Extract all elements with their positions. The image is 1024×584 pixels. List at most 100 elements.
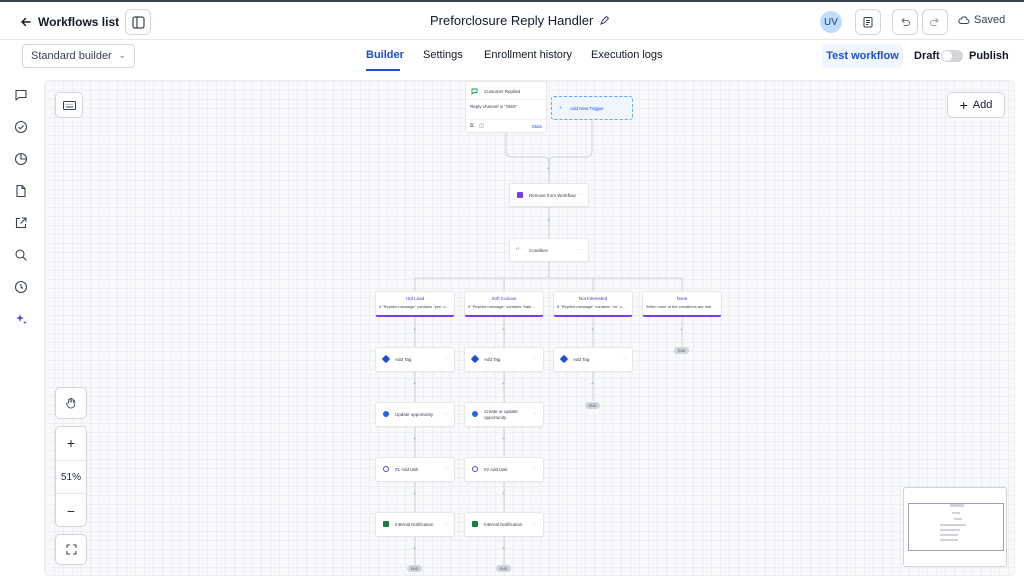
toggle-sidebar-button[interactable] (125, 9, 151, 35)
branch-soft-curious[interactable]: Soft Curious If "Replied message" contai… (464, 291, 544, 317)
add-step-plus-icon[interactable]: + (547, 166, 550, 172)
add-step-plus-icon[interactable]: + (591, 327, 594, 333)
add-step-plus-icon[interactable]: + (502, 327, 505, 333)
more-icon[interactable]: ··· (444, 521, 449, 527)
add-step-plus-icon[interactable]: + (413, 491, 416, 497)
add-step-plus-icon[interactable]: + (502, 546, 505, 552)
add-step-plus-icon[interactable]: + (413, 381, 416, 387)
fit-view-button[interactable] (55, 534, 87, 565)
task-icon (383, 466, 389, 472)
tag-icon (381, 354, 391, 364)
minimap-node (940, 529, 960, 531)
branch-none[interactable]: None When none of the conditions are met (642, 291, 722, 317)
branch-not-interested[interactable]: Not Interested If "Replied message" cont… (553, 291, 633, 317)
more-icon[interactable]: ··· (533, 356, 538, 362)
more-icon[interactable]: ··· (444, 411, 449, 417)
node-label: Condition (529, 248, 549, 253)
remove-from-workflow-node[interactable]: Remove from Workflow ··· (509, 183, 589, 207)
more-icon[interactable]: ··· (622, 356, 627, 362)
pencil-icon[interactable] (599, 15, 610, 26)
external-link-icon[interactable] (13, 215, 29, 231)
tab-enrollment-history[interactable]: Enrollment history (484, 49, 572, 61)
add-task-node[interactable]: #2 Add task ··· (464, 457, 544, 482)
internal-notification-node[interactable]: Internal Notification ··· (464, 512, 544, 537)
keyboard-icon (62, 100, 76, 110)
add-tag-node[interactable]: Add Tag ··· (553, 347, 633, 372)
update-opportunity-node[interactable]: Update opportunity ··· (375, 402, 455, 427)
add-element-button[interactable]: + Add (947, 92, 1005, 118)
minimap-node (940, 524, 966, 526)
history-icon[interactable] (13, 279, 29, 295)
more-icon[interactable]: ··· (444, 466, 449, 472)
minimap-viewport (908, 503, 1004, 551)
undo-button[interactable] (892, 9, 918, 35)
add-tag-node[interactable]: Add Tag ··· (464, 347, 544, 372)
more-icon[interactable]: ··· (533, 466, 538, 472)
add-task-node[interactable]: #1 Add task ··· (375, 457, 455, 482)
minimap[interactable] (903, 487, 1007, 567)
more-icon[interactable]: ··· (578, 192, 583, 198)
redo-icon (929, 17, 939, 27)
add-step-plus-icon[interactable]: + (413, 546, 416, 552)
opportunity-icon (383, 411, 389, 417)
add-step-plus-icon[interactable]: + (502, 491, 505, 497)
trash-icon[interactable]: ◫ (479, 123, 484, 129)
workflow-canvas[interactable]: + + + + + + + + + + + + + + + Customer R… (44, 80, 1015, 576)
add-step-plus-icon[interactable]: + (413, 327, 416, 333)
branch-description: If "Replied message" contains "hate... (468, 304, 535, 309)
condition-node[interactable]: ‹› Condition ··· (509, 238, 589, 262)
pan-tool-button[interactable] (55, 387, 87, 419)
add-step-plus-icon[interactable]: + (680, 327, 683, 333)
builder-mode-select[interactable]: Standard builder ⌄ (22, 44, 135, 68)
add-tag-node[interactable]: Add Tag ··· (375, 347, 455, 372)
branch-title: Not Interested (578, 296, 608, 301)
sparkle-icon[interactable] (13, 311, 29, 327)
node-label: Create or update opportunity (484, 409, 518, 420)
chevron-down-icon: ⌄ (118, 50, 126, 60)
tab-builder[interactable]: Builder (366, 49, 404, 61)
remove-user-icon (517, 192, 523, 198)
add-step-plus-icon[interactable]: + (413, 436, 416, 442)
minimap-node (940, 539, 958, 541)
add-trigger-label: Add New Trigger (570, 106, 604, 111)
chat-icon[interactable] (13, 87, 29, 103)
trigger-node[interactable]: Customer Replied Reply channel is "SMS" … (465, 81, 547, 133)
search-icon[interactable] (13, 247, 29, 263)
publish-toggle[interactable] (941, 50, 963, 62)
branch-hot-lead[interactable]: Hot Lead If "Replied message" contains "… (375, 291, 455, 317)
redo-button[interactable] (922, 9, 948, 35)
zoom-out-button[interactable]: − (56, 495, 86, 527)
document-icon[interactable] (13, 183, 29, 199)
more-icon[interactable]: ··· (533, 521, 538, 527)
node-label: Add Tag (573, 357, 590, 362)
branch-description: If "Replied message" contains "yes" o... (379, 304, 449, 309)
add-step-plus-icon[interactable]: + (502, 381, 505, 387)
add-step-plus-icon[interactable]: + (547, 218, 550, 224)
tab-execution-logs[interactable]: Execution logs (591, 49, 663, 61)
more-icon[interactable]: ··· (533, 411, 538, 417)
undo-icon (901, 17, 911, 27)
more-icon[interactable]: ··· (444, 356, 449, 362)
keyboard-shortcuts-button[interactable] (55, 92, 83, 118)
tab-settings[interactable]: Settings (423, 49, 463, 61)
create-update-opportunity-node[interactable]: Create or update opportunity ··· (464, 402, 544, 427)
copy-icon[interactable]: ⧉ (470, 123, 474, 129)
pie-chart-icon[interactable] (13, 151, 29, 167)
add-step-plus-icon[interactable]: + (502, 436, 505, 442)
test-workflow-button[interactable]: Test workflow (822, 44, 903, 68)
trigger-stats-link[interactable]: Stats (532, 124, 542, 129)
plus-icon: + (559, 105, 562, 110)
add-step-plus-icon[interactable]: + (591, 381, 594, 387)
zoom-in-button[interactable]: + (56, 427, 86, 459)
branch-description: When none of the conditions are met (646, 304, 712, 309)
workflow-report-button[interactable] (855, 9, 881, 35)
trigger-filter: Reply channel is "SMS" (470, 104, 518, 109)
internal-notification-node[interactable]: Internal Notification ··· (375, 512, 455, 537)
top-bar: Workflows list Preforclosure Reply Handl… (0, 0, 1024, 40)
check-circle-icon[interactable] (13, 119, 29, 135)
back-to-workflows-button[interactable]: Workflows list (20, 11, 119, 33)
user-avatar[interactable]: UV (820, 11, 842, 33)
more-icon[interactable]: ··· (578, 247, 583, 253)
node-label: Internal Notification (395, 522, 434, 527)
add-new-trigger-node[interactable]: + Add New Trigger (551, 96, 633, 120)
